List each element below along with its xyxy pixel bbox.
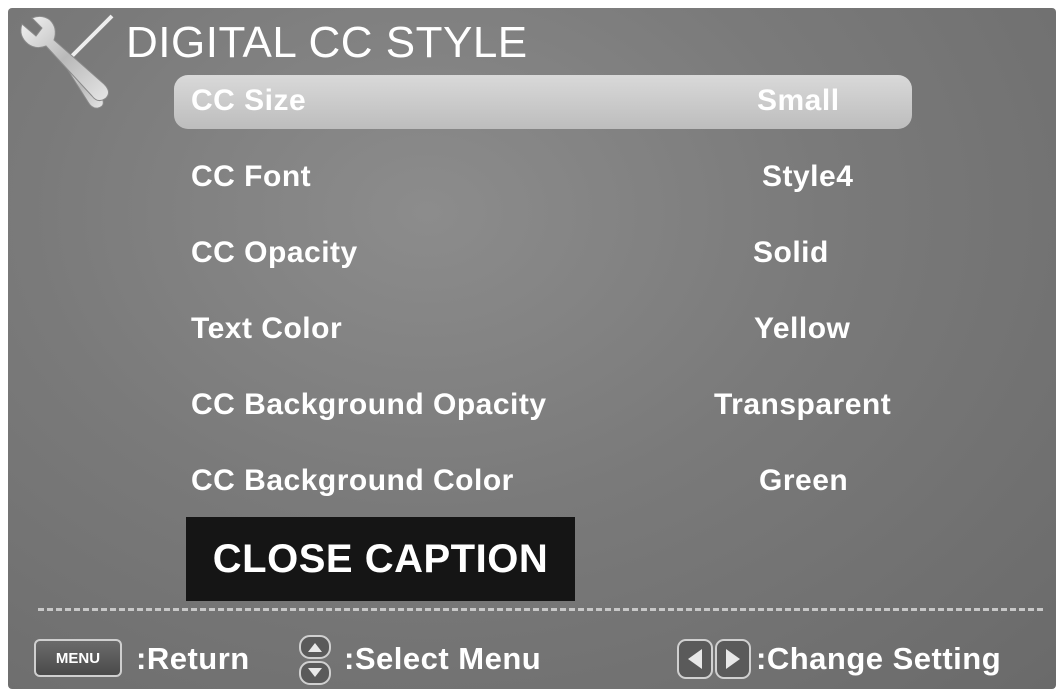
change-setting-hint: :Change Setting [756,641,1002,676]
menu-item-value: Small [757,84,840,117]
left-right-arrows-icon[interactable] [676,638,752,680]
menu-item-label: Text Color [191,312,343,345]
menu-item-value: Solid [753,236,829,269]
menu-item-cc-opacity[interactable]: CC Opacity Solid [174,227,912,281]
menu-item-value: Transparent [714,388,892,421]
menu-item-value: Yellow [754,312,851,345]
divider [38,608,1043,611]
select-menu-hint: :Select Menu [344,641,542,676]
return-hint: :Return [136,641,250,676]
menu-item-cc-background-color[interactable]: CC Background Color Green [174,455,912,509]
menu-item-cc-background-opacity[interactable]: CC Background Opacity Transparent [174,379,912,433]
menu-item-label: CC Size [191,84,307,117]
menu-item-value: Green [759,464,849,497]
page-title: DIGITAL CC STYLE [126,18,528,67]
menu-item-value: Style4 [762,160,854,193]
tools-icon [20,14,114,109]
footer-hints: MENU :Return :Select Menu :Change Settin… [8,628,1056,689]
caption-preview: CLOSE CAPTION [186,517,575,601]
menu-item-cc-font[interactable]: CC Font Style4 [174,151,912,205]
menu-item-label: CC Background Opacity [191,388,547,421]
up-down-arrows-icon[interactable] [298,634,332,686]
menu-item-label: CC Opacity [191,236,358,269]
menu-item-cc-size[interactable]: CC Size Small [174,75,912,129]
menu-item-label: CC Background Color [191,464,514,497]
osd-screen: DIGITAL CC STYLE CC Size Small CC Font S… [8,8,1056,689]
menu-item-text-color[interactable]: Text Color Yellow [174,303,912,357]
menu-key-icon[interactable]: MENU [34,639,122,677]
menu-item-label: CC Font [191,160,312,193]
